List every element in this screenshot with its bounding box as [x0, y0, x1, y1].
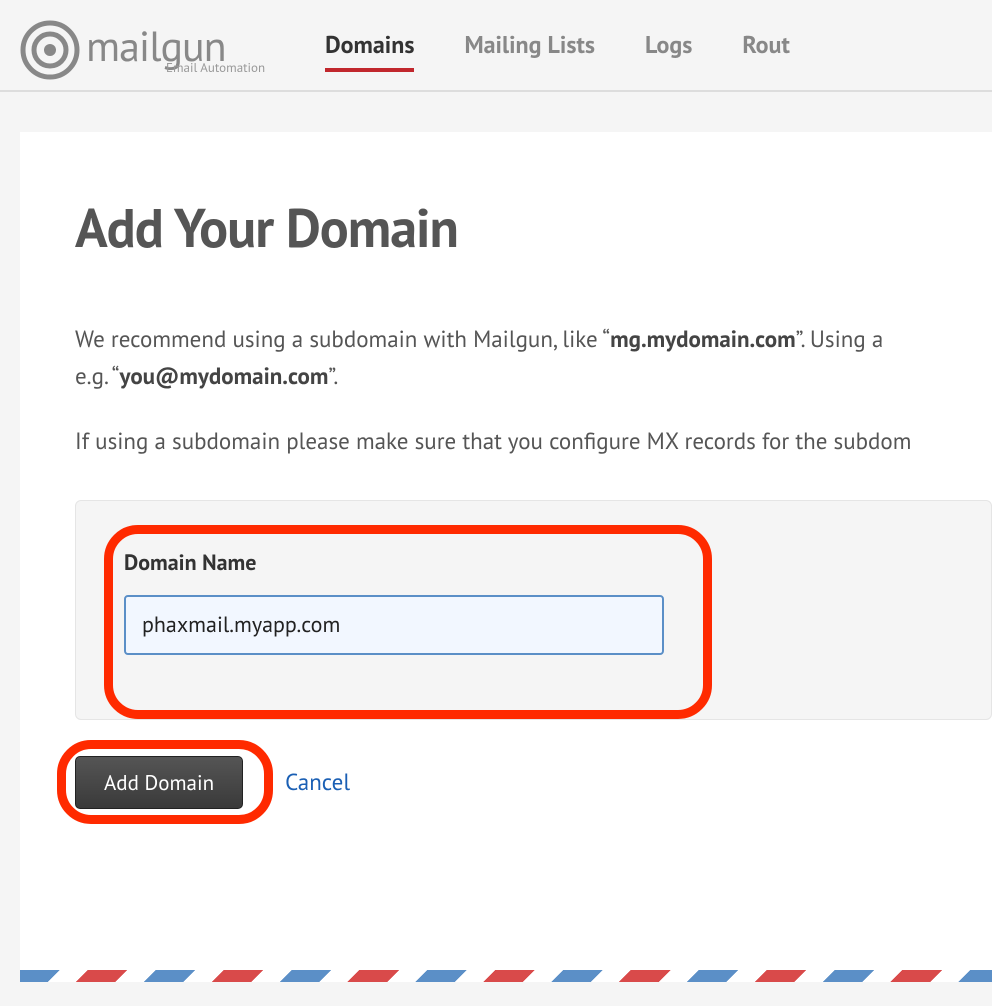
nav-domains[interactable]: Domains	[325, 29, 414, 72]
domain-name-input[interactable]	[124, 595, 664, 655]
primary-nav: Domains Mailing Lists Logs Rout	[325, 29, 790, 72]
intro-paragraph-2: If using a subdomain please make sure th…	[75, 424, 992, 461]
intro-example-email: you@mydomain.com	[119, 362, 328, 391]
nav-logs[interactable]: Logs	[645, 29, 692, 72]
brand-tagline: Email Automation	[166, 59, 265, 76]
domain-name-label: Domain Name	[124, 549, 943, 577]
page-content: Add Your Domain We recommend using a sub…	[20, 132, 992, 982]
form-actions: Add Domain Cancel	[75, 756, 992, 809]
nav-routes[interactable]: Rout	[742, 29, 789, 72]
brand-logo: mailgun Email Automation	[20, 20, 265, 80]
at-icon	[20, 20, 80, 80]
intro-paragraph-1: We recommend using a subdomain with Mail…	[75, 322, 992, 396]
intro-text: e.g. “	[75, 362, 119, 391]
add-domain-button[interactable]: Add Domain	[75, 756, 243, 809]
intro-text: ”. Using a	[796, 325, 884, 354]
app-header: mailgun Email Automation Domains Mailing…	[0, 0, 992, 92]
intro-text: ”.	[328, 362, 338, 391]
domain-form-panel: Domain Name	[75, 500, 992, 720]
page-title: Add Your Domain	[75, 192, 992, 262]
intro-text: We recommend using a subdomain with Mail…	[75, 325, 610, 354]
cancel-link[interactable]: Cancel	[285, 768, 350, 797]
intro-example-domain: mg.mydomain.com	[610, 325, 796, 354]
airmail-stripe	[20, 970, 992, 982]
domain-field-group: Domain Name	[116, 535, 951, 675]
nav-mailing-lists[interactable]: Mailing Lists	[464, 29, 595, 72]
